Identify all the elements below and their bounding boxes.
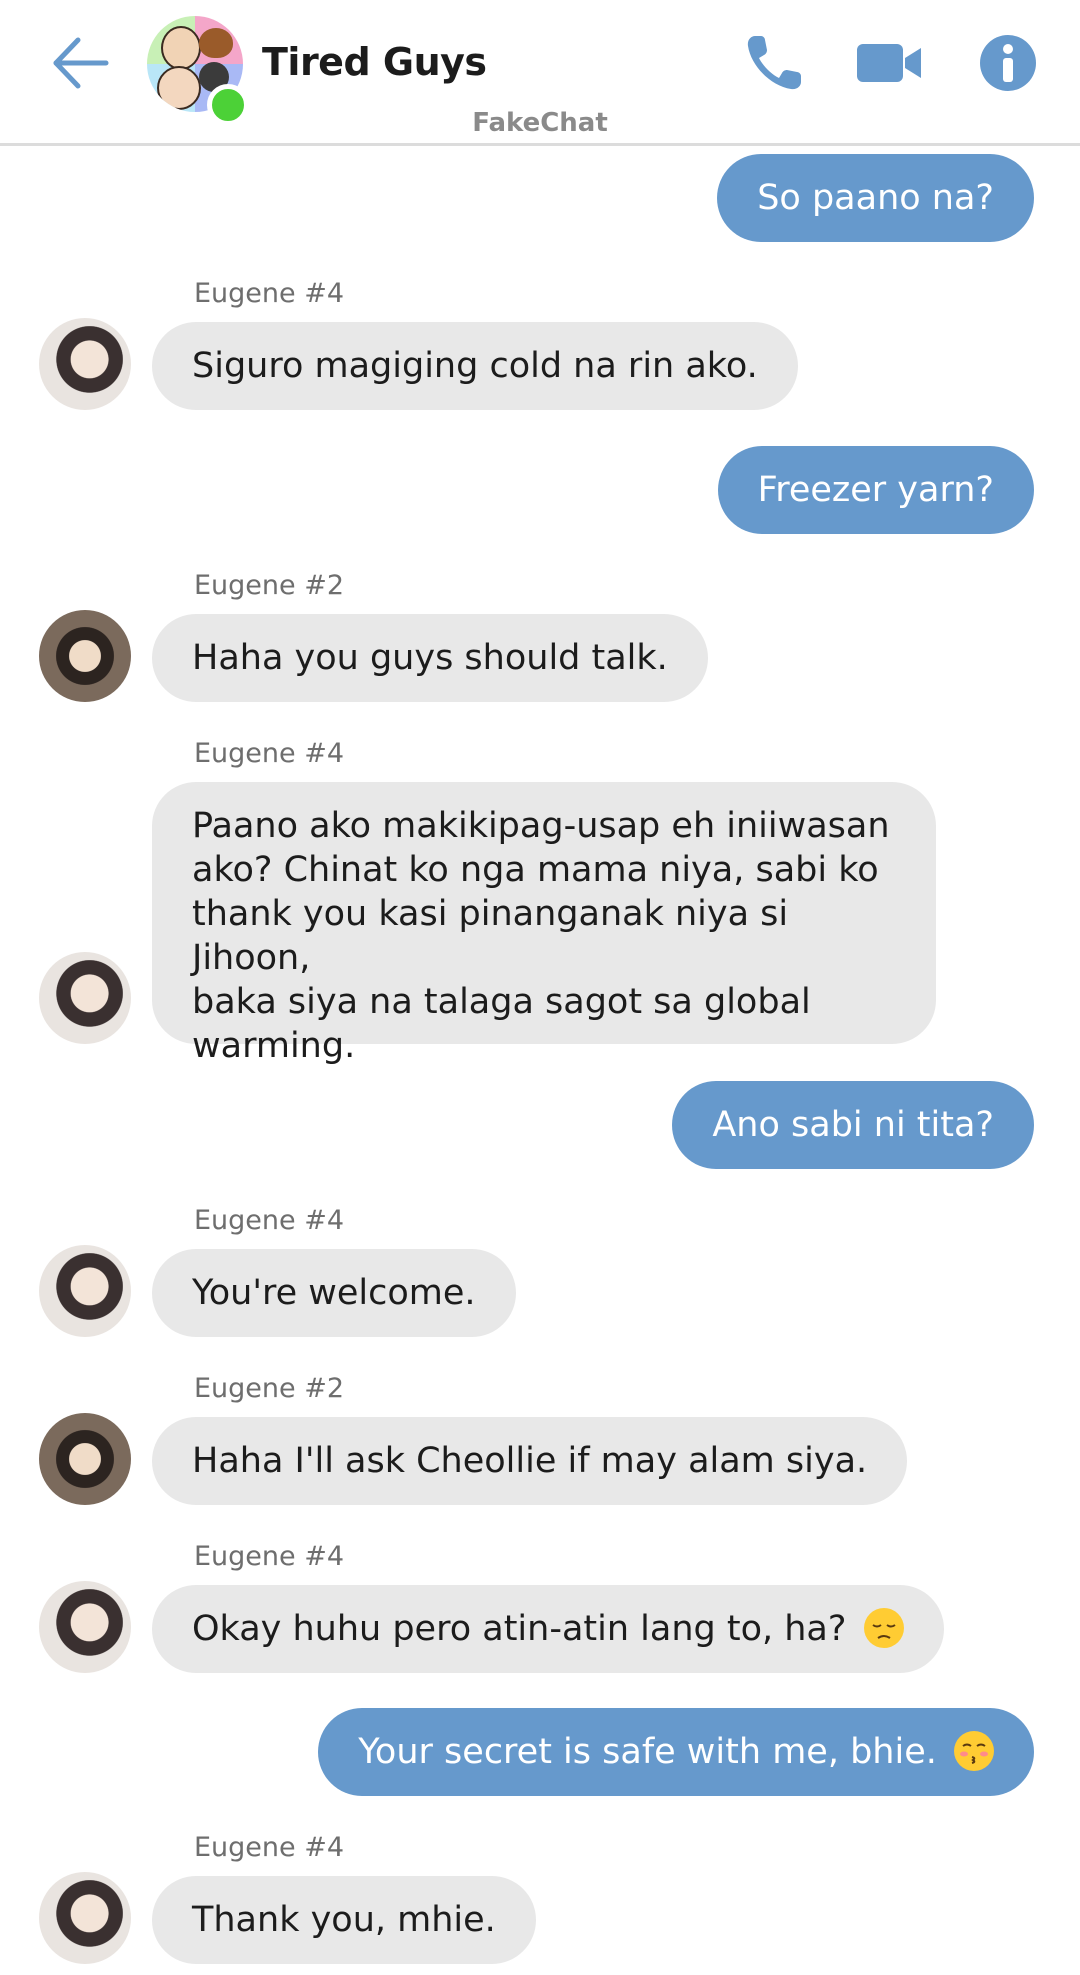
sent-message[interactable]: Freezer yarn? — [717, 446, 1034, 534]
avatar[interactable] — [39, 318, 131, 410]
sender-name: Eugene #4 — [194, 1541, 345, 1572]
sender-name: Eugene #2 — [194, 1373, 345, 1404]
avatar[interactable] — [39, 610, 131, 702]
received-message[interactable]: Haha I'll ask Cheollie if may alam siya. — [152, 1417, 908, 1505]
video-call-button[interactable] — [855, 30, 925, 96]
pensive-face-emoji — [863, 1608, 904, 1648]
sender-name: Eugene #4 — [194, 738, 345, 769]
video-camera-icon — [857, 44, 921, 82]
received-message[interactable]: Haha you guys should talk. — [152, 614, 708, 702]
message-line: baka siya na talaga sagot sa global — [192, 982, 811, 1022]
sender-name: Eugene #4 — [194, 1832, 345, 1863]
avatar[interactable] — [39, 1413, 131, 1505]
sent-message[interactable]: Your secret is safe with me, bhie. — [318, 1708, 1034, 1796]
message-text: Your secret is safe with me, bhie. — [358, 1732, 937, 1772]
received-message[interactable]: Okay huhu pero atin-atin lang to, ha? — [152, 1585, 944, 1673]
received-message[interactable]: Thank you, mhie. — [152, 1876, 536, 1964]
message-line: ako? Chinat ko nga mama niya, sabi ko — [192, 850, 879, 890]
avatar[interactable] — [39, 1872, 131, 1964]
info-button[interactable] — [978, 33, 1038, 93]
avatar[interactable] — [39, 1581, 131, 1673]
avatar[interactable] — [39, 952, 131, 1044]
message-line: thank you kasi pinanganak niya si Jihoon… — [192, 894, 789, 978]
avatar[interactable] — [39, 1245, 131, 1337]
phone-icon — [747, 36, 801, 90]
sender-name: Eugene #4 — [194, 1205, 345, 1236]
received-message[interactable]: Siguro magiging cold na rin ako. — [152, 322, 798, 410]
received-message[interactable]: Paano ako makikipag-usap eh iniiwasan ak… — [152, 782, 936, 1066]
sent-message[interactable]: Ano sabi ni tita? — [672, 1081, 1034, 1169]
chat-header: Tired Guys FakeChat — [0, 0, 1080, 146]
sender-name: Eugene #2 — [194, 570, 345, 601]
sender-name: Eugene #4 — [194, 278, 345, 309]
sent-message[interactable]: So paano na? — [717, 154, 1034, 242]
message-line: warming. — [192, 1026, 356, 1066]
info-icon — [980, 35, 1036, 91]
chat-title: Tired Guys — [262, 40, 487, 84]
message-line: Paano ako makikipag-usap eh iniiwasan — [192, 806, 890, 846]
back-button[interactable] — [48, 30, 114, 96]
received-message[interactable]: You're welcome. — [152, 1249, 516, 1337]
kissing-face-emoji — [954, 1731, 994, 1771]
message-text: Okay huhu pero atin-atin lang to, ha? — [192, 1609, 847, 1649]
call-button[interactable] — [741, 30, 807, 96]
arrow-left-icon — [53, 37, 109, 89]
watermark: FakeChat — [472, 108, 608, 138]
